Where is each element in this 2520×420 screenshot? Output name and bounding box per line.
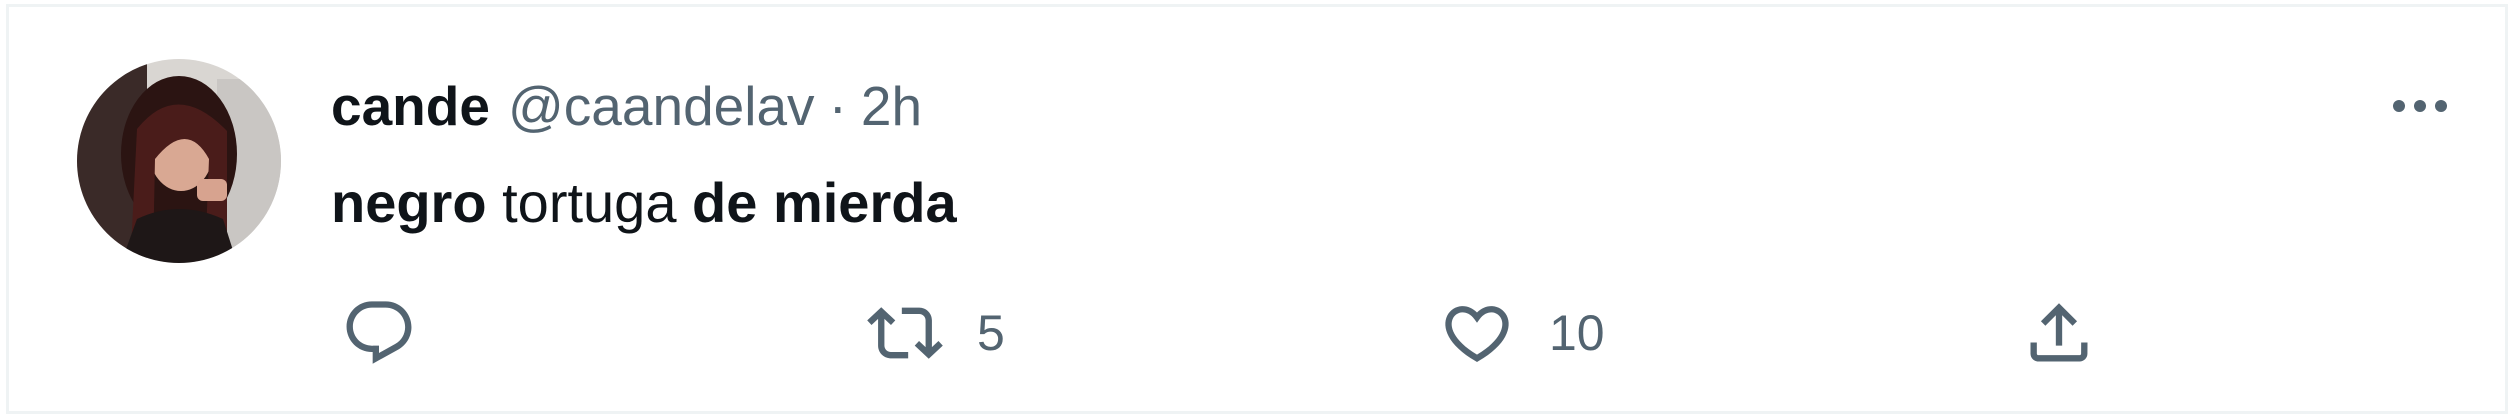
share-button[interactable] [2021, 293, 2097, 373]
more-horizontal-icon [2393, 100, 2447, 112]
tweet-text-bold-1: negro [331, 171, 487, 234]
more-options-button[interactable] [2385, 81, 2455, 131]
tweet-header: cande @caandelav · 2h [331, 71, 922, 141]
share-upload-icon [2030, 303, 2088, 362]
like-count: 10 [1549, 305, 1605, 361]
reply-button[interactable] [341, 293, 417, 373]
tweet-actions: 5 10 [331, 293, 2171, 373]
avatar[interactable] [77, 59, 281, 263]
avatar-image [77, 59, 281, 263]
heart-icon [1445, 306, 1509, 363]
retweet-button[interactable]: 5 [867, 293, 1005, 373]
speech-bubble-icon [346, 301, 412, 364]
like-button[interactable]: 10 [1439, 293, 1605, 373]
tweet-text-bold-2: de mierda [692, 171, 957, 234]
retweet-arrows-icon [867, 307, 943, 359]
tweet-text: negro tortuga de mierda [331, 167, 957, 239]
user-handle[interactable]: @caandelav [508, 71, 815, 141]
display-name[interactable]: cande [331, 71, 490, 141]
tweet-card[interactable]: cande @caandelav · 2h negro tortuga de m… [6, 4, 2508, 414]
separator-dot: · [828, 75, 847, 137]
retweet-count: 5 [977, 305, 1005, 361]
tweet-text-regular: tortuga [486, 171, 693, 234]
timestamp[interactable]: 2h [861, 71, 922, 141]
